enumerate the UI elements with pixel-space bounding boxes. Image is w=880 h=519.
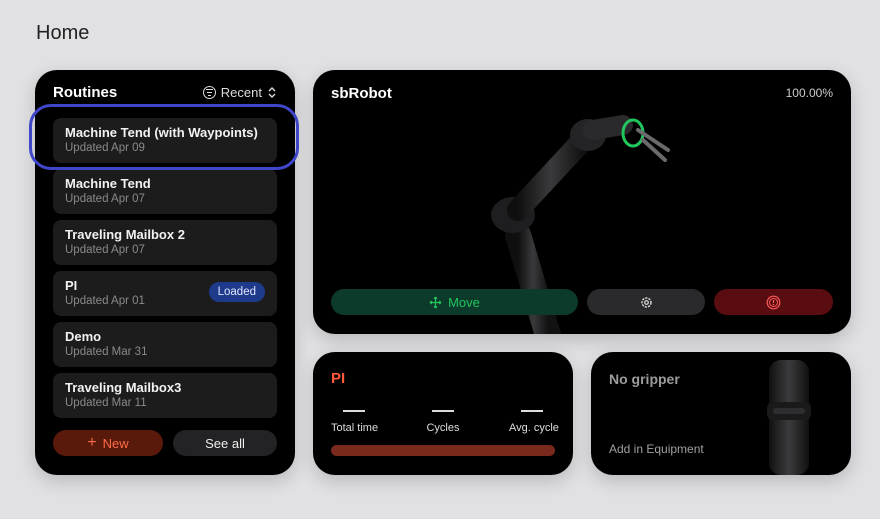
routine-item[interactable]: Demo Updated Mar 31 — [53, 322, 277, 367]
routine-stats-panel: PI Total time Cycles Avg. cycle — [313, 352, 573, 475]
emergency-stop-icon — [766, 295, 781, 309]
speed-percentage: 100.00% — [785, 86, 833, 100]
avg-cycle-value — [521, 410, 543, 412]
move-button[interactable]: Move — [331, 289, 578, 315]
robot-panel: sbRobot 100.00% Move — [313, 70, 851, 334]
routine-updated: Updated Apr 07 — [65, 244, 145, 256]
routine-item[interactable]: Traveling Mailbox3 Updated Mar 11 — [53, 373, 277, 418]
robot-settings-button[interactable] — [587, 289, 705, 315]
routines-title: Routines — [53, 84, 118, 101]
routine-progress-bar — [331, 445, 555, 456]
gripper-title: No gripper — [609, 371, 680, 387]
routine-name: Demo — [65, 329, 102, 344]
routine-item[interactable]: Traveling Mailbox 2 Updated Apr 07 — [53, 220, 277, 265]
total-time-label: Total time — [331, 422, 379, 434]
loaded-routine-name: PI — [331, 370, 346, 387]
loaded-badge: Loaded — [208, 282, 265, 302]
total-time-stat: Total time — [331, 404, 379, 434]
avg-cycle-label: Avg. cycle — [509, 422, 559, 434]
new-label: New — [102, 435, 129, 451]
see-all-button[interactable]: See all — [173, 430, 277, 456]
gear-icon — [640, 296, 652, 308]
robot-name: sbRobot — [331, 85, 392, 102]
chevron-updown-icon — [268, 87, 276, 98]
routine-name: Traveling Mailbox3 — [65, 380, 182, 395]
cycles-label: Cycles — [426, 422, 460, 434]
routine-updated: Updated Apr 07 — [65, 193, 145, 205]
routine-updated: Updated Mar 11 — [65, 397, 147, 409]
add-in-equipment-link[interactable]: Add in Equipment — [609, 442, 704, 456]
routine-item[interactable]: PI Updated Apr 01 Loaded — [53, 271, 277, 316]
move-label: Move — [448, 294, 480, 310]
sort-dropdown[interactable]: Recent — [202, 85, 277, 100]
selection-outline — [29, 104, 299, 170]
routine-progress-fill — [331, 445, 555, 456]
plus-icon: + — [87, 434, 97, 451]
cycles-value — [432, 410, 454, 412]
routine-item[interactable]: Machine Tend Updated Apr 07 — [53, 169, 277, 214]
new-routine-button[interactable]: + New — [53, 430, 163, 456]
emergency-stop-button[interactable] — [714, 289, 833, 315]
avg-cycle-stat: Avg. cycle — [509, 404, 559, 434]
gripper-image — [767, 360, 811, 475]
total-time-value — [343, 410, 365, 412]
cycles-stat: Cycles — [423, 404, 463, 434]
routine-updated: Updated Mar 31 — [65, 346, 148, 358]
sort-label: Recent — [220, 85, 262, 100]
routine-name: Traveling Mailbox 2 — [65, 227, 185, 242]
move-icon — [429, 296, 442, 308]
filter-icon — [202, 86, 216, 99]
routine-name: Machine Tend — [65, 176, 151, 191]
gripper-panel[interactable]: No gripper Add in Equipment — [591, 352, 851, 475]
page-title: Home — [36, 22, 90, 44]
